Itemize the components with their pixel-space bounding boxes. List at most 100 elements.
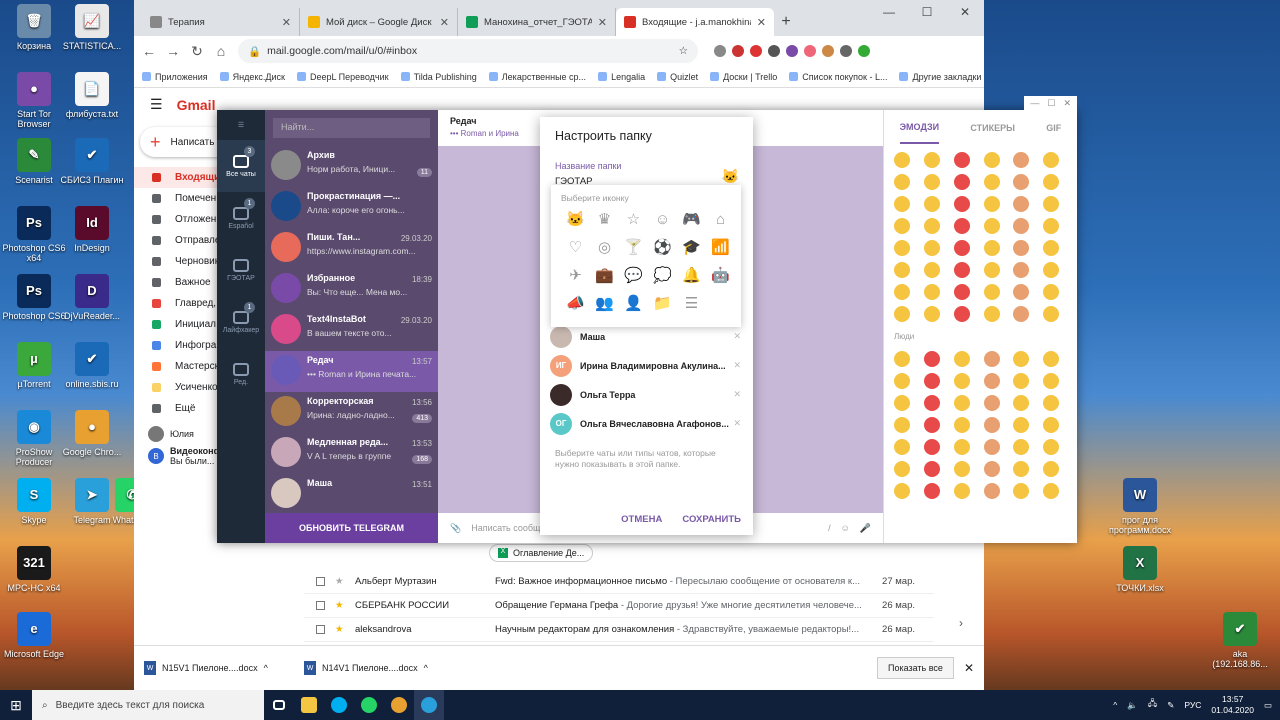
- bookmark-star-icon[interactable]: ☆: [679, 45, 688, 57]
- emoji[interactable]: [1013, 351, 1030, 367]
- star-icon[interactable]: ★: [335, 624, 345, 635]
- bookmark-item[interactable]: Доски | Trello: [710, 72, 777, 82]
- emoji[interactable]: [894, 240, 910, 256]
- remove-icon[interactable]: ✕: [733, 418, 741, 429]
- heart-icon[interactable]: ♡: [561, 237, 590, 259]
- url-field[interactable]: 🔒 mail.google.com/mail/u/0/#inbox ☆: [238, 39, 698, 63]
- bookmark-item[interactable]: Приложения: [142, 72, 208, 82]
- cancel-button[interactable]: ОТМЕНА: [621, 514, 662, 525]
- briefcase-icon[interactable]: 💼: [590, 265, 619, 287]
- download-item[interactable]: W N15V1 Пиелоне....docx ^: [144, 661, 294, 675]
- emoji[interactable]: [953, 351, 970, 367]
- save-button[interactable]: СОХРАНИТЬ: [682, 514, 741, 525]
- folder-tab[interactable]: Все чаты 3: [217, 140, 265, 192]
- emoji[interactable]: [983, 461, 1000, 477]
- volume-icon[interactable]: 🔈: [1127, 700, 1138, 711]
- bell-icon[interactable]: 🔔: [677, 265, 706, 287]
- emoji[interactable]: [923, 395, 940, 411]
- desktop-shortcut[interactable]: Wпрог для программ.docx: [1108, 478, 1172, 535]
- folder-tab[interactable]: Ред.: [217, 348, 265, 400]
- emoji[interactable]: [1043, 152, 1060, 168]
- gamepad-icon[interactable]: 🎮: [677, 209, 706, 231]
- emoji[interactable]: [953, 262, 970, 278]
- notifications-icon[interactable]: ▭: [1264, 700, 1272, 711]
- emoji[interactable]: [894, 284, 910, 300]
- emoji[interactable]: [983, 306, 1000, 322]
- desktop-shortcut[interactable]: Ps Photoshop CS6 x64: [2, 206, 66, 263]
- emoji[interactable]: [1013, 417, 1030, 433]
- emoji[interactable]: [983, 351, 1000, 367]
- bookmark-item[interactable]: Список покупок - L...: [789, 72, 887, 82]
- emoji[interactable]: [1013, 439, 1030, 455]
- emoji[interactable]: [923, 306, 940, 322]
- chevron-up-icon[interactable]: ^: [424, 663, 428, 673]
- emoji[interactable]: [983, 240, 1000, 256]
- emoji[interactable]: [953, 196, 970, 212]
- emoji[interactable]: [1013, 284, 1030, 300]
- close-tab-icon[interactable]: ✕: [440, 16, 449, 29]
- forward-icon[interactable]: →: [166, 43, 180, 59]
- extension-icon[interactable]: [786, 45, 798, 57]
- emoji-tab[interactable]: СТИКЕРЫ: [970, 123, 1015, 133]
- remove-icon[interactable]: ✕: [733, 331, 741, 342]
- bookmark-item[interactable]: Tilda Publishing: [401, 72, 477, 82]
- bookmark-item[interactable]: Лекарственные ср...: [489, 72, 586, 82]
- emoji[interactable]: [894, 306, 910, 322]
- graduation-icon[interactable]: 🎓: [677, 237, 706, 259]
- desktop-shortcut[interactable]: 321 MPC-HC x64: [2, 546, 66, 593]
- emoji[interactable]: [1013, 218, 1030, 234]
- emoji[interactable]: [923, 196, 940, 212]
- bookmark-item[interactable]: Другие закладки: [899, 72, 981, 82]
- star-icon[interactable]: ★: [335, 576, 345, 587]
- emoji[interactable]: [953, 240, 970, 256]
- emoji[interactable]: [923, 439, 940, 455]
- windows-start-icon[interactable]: ⊞: [0, 690, 32, 720]
- browser-tab[interactable]: Манохина_отчет_ГЭОТАР - Goo ✕: [458, 8, 616, 36]
- folder-icon[interactable]: 📁: [648, 293, 677, 315]
- emoji[interactable]: [983, 174, 1000, 190]
- menu-icon[interactable]: [858, 45, 870, 57]
- file-explorer-icon[interactable]: [294, 690, 324, 720]
- emoji[interactable]: [983, 417, 1000, 433]
- desktop-shortcut[interactable]: ◉ ProShow Producer: [2, 410, 66, 467]
- emoji[interactable]: [983, 483, 1000, 499]
- emoji[interactable]: [923, 218, 940, 234]
- emoji[interactable]: [953, 439, 970, 455]
- desktop-shortcut[interactable]: ✔ aka (192.168.86...: [1208, 612, 1272, 669]
- emoji[interactable]: [1043, 483, 1060, 499]
- emoji[interactable]: [1043, 439, 1060, 455]
- emoji[interactable]: [1013, 306, 1030, 322]
- emoji[interactable]: [953, 306, 970, 322]
- emoji[interactable]: [1013, 174, 1030, 190]
- chrome-icon[interactable]: [384, 690, 414, 720]
- emoji[interactable]: [1043, 306, 1060, 322]
- chart-icon[interactable]: 📶: [706, 237, 735, 259]
- included-chat[interactable]: ОГ Ольга Вячеславовна Агафонов... ✕: [540, 409, 753, 438]
- plane-icon[interactable]: ✈: [561, 265, 590, 287]
- reload-icon[interactable]: ↻: [190, 43, 204, 60]
- emoji[interactable]: [1013, 395, 1030, 411]
- emoji[interactable]: [923, 373, 940, 389]
- desktop-shortcut[interactable]: Id InDesign: [60, 206, 124, 253]
- skype-icon[interactable]: [324, 690, 354, 720]
- emoji[interactable]: [1013, 461, 1030, 477]
- chevron-right-icon[interactable]: ›: [959, 616, 963, 630]
- telegram-icon[interactable]: [414, 690, 444, 720]
- desktop-shortcut[interactable]: ✔ online.sbis.ru: [60, 342, 124, 389]
- chat-item[interactable]: Медленная реда... V A L теперь в группе 13…: [265, 433, 438, 474]
- language-indicator[interactable]: РУС: [1184, 700, 1201, 710]
- emoji[interactable]: [1043, 284, 1060, 300]
- minimize-button[interactable]: —: [870, 0, 908, 24]
- crown-icon[interactable]: ♛: [590, 209, 619, 231]
- emoji[interactable]: [894, 174, 910, 190]
- new-tab-button[interactable]: +: [774, 8, 798, 36]
- desktop-shortcut[interactable]: 📄 флибуста.txt: [60, 72, 124, 119]
- emoji[interactable]: [923, 461, 940, 477]
- chat-search-input[interactable]: Найти...: [273, 118, 430, 138]
- list-icon[interactable]: ☰: [677, 293, 706, 315]
- ball-icon[interactable]: ⚽: [648, 237, 677, 259]
- emoji[interactable]: [923, 483, 940, 499]
- emoji[interactable]: [894, 152, 910, 168]
- emoji[interactable]: [983, 196, 1000, 212]
- emoji[interactable]: [953, 373, 970, 389]
